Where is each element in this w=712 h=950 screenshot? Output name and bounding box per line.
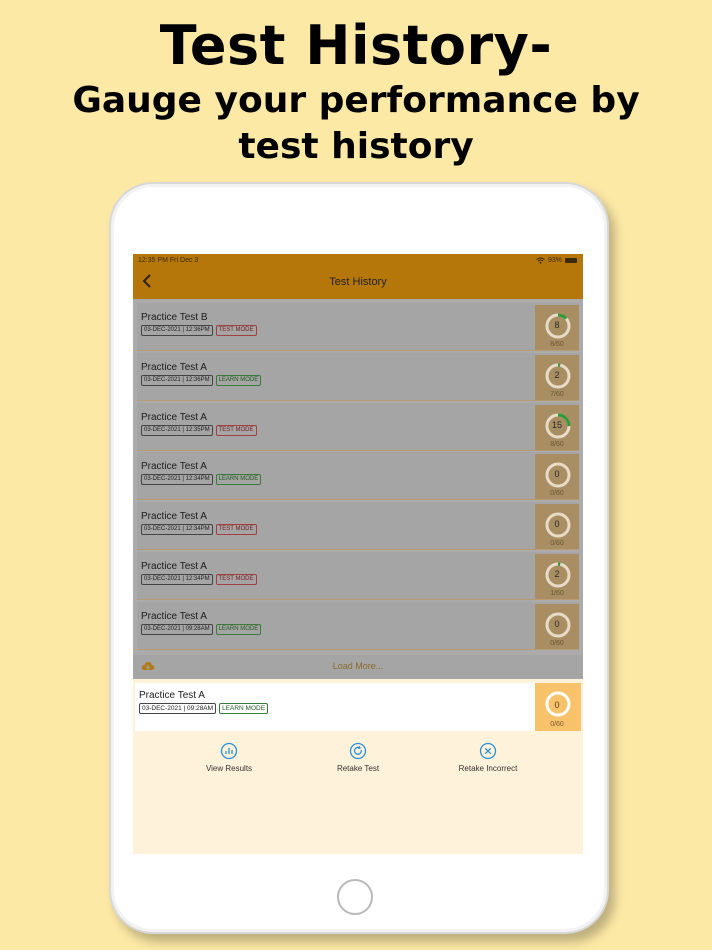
mode-tag: LEARN MODE [215,474,262,486]
history-list: Practice Test B 03-DEC-2021 | 12:36PM TEST… [133,299,583,655]
score-total: 1/60 [550,590,564,597]
mode-tag: TEST MODE [215,325,257,336]
refresh-icon [349,742,367,760]
date-tag: 03-DEC-2021 | 12:34PM [141,574,213,585]
history-row[interactable]: Practice Test A 03-DEC-2021 | 09:28AM LEAR… [137,601,579,650]
selected-score-box: 0 0/60 [535,683,581,731]
headline-subtitle-line2: test history [238,126,474,167]
score-value: 0 [554,469,560,480]
test-name: Practice Test A [141,511,207,523]
history-row[interactable]: Practice Test A 03-DEC-2021 | 12:35PM TEST… [137,402,579,451]
date-tag: 03-DEC-2021 | 12:36PM [141,325,213,336]
score-value: 8 [554,320,560,330]
test-name: Practice Test A [141,411,207,423]
status-bar: 12:35 PM Fri Dec 3 93% [133,254,583,267]
status-right: 93% [536,257,577,264]
action-bar: View Results Retake Test Retake Incorrec… [133,742,583,782]
retake-incorrect-label: Retake Incorrect [458,764,518,773]
home-button[interactable] [337,879,373,915]
selected-score-value: 0 [554,700,560,710]
retake-test-button[interactable]: Retake Test [303,742,413,773]
test-name: Practice Test A [141,461,207,473]
page-title: Test History [329,276,387,288]
score-value: 2 [554,369,560,380]
date-tag: 03-DEC-2021 | 09:28AM [141,623,213,635]
view-results-button[interactable]: View Results [174,742,284,773]
row-tags: 03-DEC-2021 | 09:28AM LEARN MODE [141,623,262,635]
nav-bar: Test History [133,267,583,299]
load-more-label: Load More... [332,661,384,671]
view-results-label: View Results [205,764,253,773]
battery-percent: 93% [547,257,562,264]
row-tags: 03-DEC-2021 | 12:34PM TEST MODE [141,574,257,585]
app-screen: 12:35 PM Fri Dec 3 93% Test History Prac… [133,254,583,854]
chart-icon [220,742,238,760]
score-total: 8/60 [550,440,564,448]
row-tags: 03-DEC-2021 | 12:36PM TEST MODE [141,325,257,336]
mode-tag: LEARN MODE [215,374,262,386]
row-tags: 03-DEC-2021 | 12:34PM LEARN MODE [141,474,262,486]
score-value: 15 [551,419,562,430]
date-tag: 03-DEC-2021 | 12:36PM [141,374,213,386]
score-total: 7/60 [550,390,564,398]
score-value: 0 [554,519,560,530]
score-box: 0 0/60 [535,454,579,500]
mode-tag: TEST MODE [215,574,257,585]
status-time: 12:35 PM Fri Dec 3 [138,257,199,264]
battery-icon [565,258,577,263]
test-name: Practice Test A [141,561,207,572]
score-total: 0/60 [550,490,564,498]
mode-tag: TEST MODE [215,524,257,536]
score-box: 0 0/60 [535,504,579,550]
history-row[interactable]: Practice Test A 03-DEC-2021 | 12:36PM LEAR… [137,352,579,401]
date-tag: 03-DEC-2021 | 12:34PM [141,524,213,536]
score-box: 0 0/60 [535,603,579,649]
history-row[interactable]: Practice Test A 03-DEC-2021 | 12:34PM LEAR… [137,452,579,501]
close-circle-icon [479,742,497,760]
promo-headline: Test History- Gauge your performance by … [0,14,712,170]
test-name: Practice Test A [141,361,207,373]
row-tags: 03-DEC-2021 | 12:34PM TEST MODE [141,524,257,536]
test-name: Practice Test A [141,610,207,622]
date-tag: 03-DEC-2021 | 12:35PM [141,424,213,436]
selected-tags: 03-DEC-2021 | 09:28AM LEARN MODE [139,703,269,714]
mode-tag: LEARN MODE [215,623,262,635]
selected-date-tag: 03-DEC-2021 | 09:28AM [139,703,217,714]
score-box: 2 7/60 [535,354,579,400]
score-total: 0/60 [550,639,564,647]
row-tags: 03-DEC-2021 | 12:36PM LEARN MODE [141,374,262,386]
score-box: 15 8/60 [535,404,579,450]
score-total: 8/60 [550,341,564,348]
score-value: 0 [554,618,560,629]
row-tags: 03-DEC-2021 | 12:35PM TEST MODE [141,424,257,436]
wifi-icon [536,257,545,264]
retake-test-label: Retake Test [336,764,380,773]
retake-incorrect-button[interactable]: Retake Incorrect [433,742,543,773]
load-more-button[interactable]: Load More... [133,655,583,679]
history-row[interactable]: Practice Test A 03-DEC-2021 | 12:34PM TEST… [137,502,579,551]
score-value: 2 [554,569,560,579]
selected-history-item[interactable]: Practice Test A 03-DEC-2021 | 09:28AM LE… [135,683,581,731]
selected-test-name: Practice Test A [139,690,205,701]
mode-tag: TEST MODE [215,424,257,436]
headline-title: Test History- [159,14,553,77]
history-row[interactable]: Practice Test A 03-DEC-2021 | 12:34PM TEST… [137,552,579,600]
score-box: 2 1/60 [535,554,579,599]
headline-subtitle-line1: Gauge your performance by [72,80,640,121]
history-row[interactable]: Practice Test B 03-DEC-2021 | 12:36PM TEST… [137,303,579,351]
date-tag: 03-DEC-2021 | 12:34PM [141,474,213,486]
selected-mode-tag: LEARN MODE [219,703,269,714]
test-name: Practice Test B [141,312,208,323]
selected-score-total: 0/60 [550,721,564,728]
score-total: 0/60 [550,540,564,548]
score-box: 8 8/60 [535,305,579,350]
